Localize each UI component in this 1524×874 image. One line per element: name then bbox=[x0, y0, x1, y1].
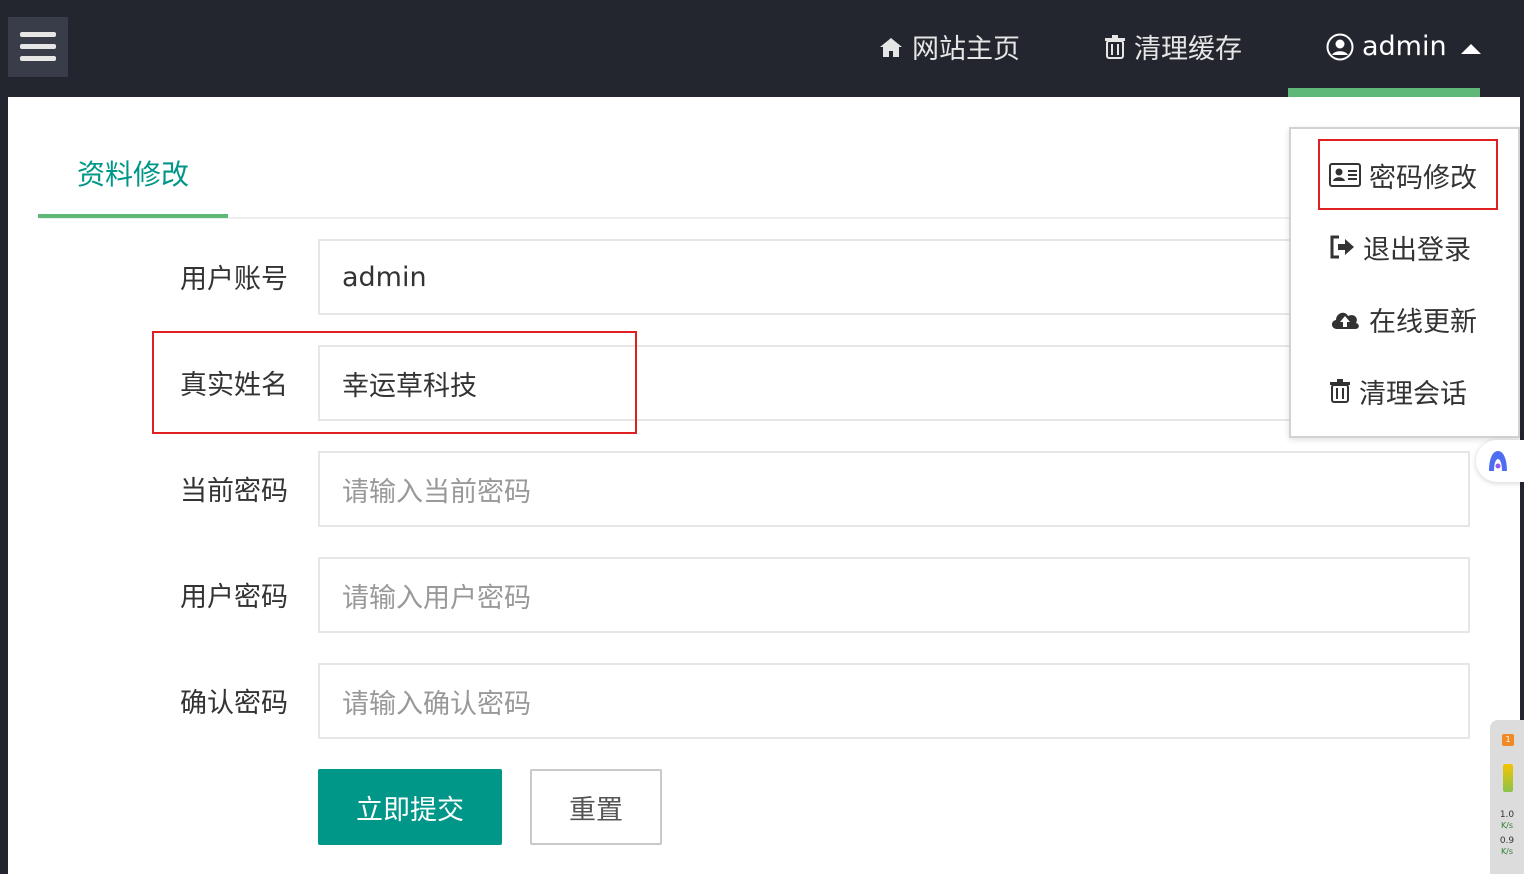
caret-up-icon bbox=[1459, 31, 1483, 62]
menu-toggle-button[interactable] bbox=[8, 17, 68, 77]
nav-home-label: 网站主页 bbox=[912, 34, 1020, 65]
current-password-field[interactable]: 请输入当前密码 bbox=[318, 451, 1470, 527]
network-speed-widget[interactable]: 1 1.0 K/s 0.9 K/s bbox=[1490, 720, 1524, 874]
nav-user-menu[interactable]: admin bbox=[1288, 0, 1483, 93]
sign-out-icon bbox=[1329, 235, 1355, 259]
user-password-field[interactable]: 请输入用户密码 bbox=[318, 557, 1470, 633]
floating-assistant-button[interactable] bbox=[1476, 440, 1524, 482]
hamburger-icon bbox=[20, 32, 56, 61]
download-speed-unit: K/s bbox=[1500, 847, 1514, 856]
change-password-highlight-box bbox=[1318, 139, 1498, 210]
realname-highlight-box bbox=[152, 331, 637, 434]
trash-icon bbox=[1329, 379, 1351, 403]
current-password-label: 当前密码 bbox=[180, 476, 288, 507]
user-password-label: 用户密码 bbox=[180, 582, 288, 613]
dropdown-item-clear-session[interactable]: 清理会话 bbox=[1291, 361, 1520, 421]
sidebar-edge bbox=[0, 97, 8, 874]
submit-button[interactable]: 立即提交 bbox=[318, 769, 502, 845]
nav-home-link[interactable]: 网站主页 bbox=[878, 0, 1020, 93]
page: 网站主页 清理缓存 admin 资料修改 用户账号 admin 真实姓名 幸运草… bbox=[0, 0, 1524, 874]
confirm-password-label: 确认密码 bbox=[180, 688, 288, 719]
nav-cache-label: 清理缓存 bbox=[1134, 34, 1242, 65]
reset-button[interactable]: 重置 bbox=[530, 769, 662, 845]
dropdown-item-logout[interactable]: 退出登录 bbox=[1291, 217, 1520, 277]
nav-user-label: admin bbox=[1362, 31, 1447, 62]
dropdown-item-label: 清理会话 bbox=[1359, 378, 1467, 410]
nav-user-active-indicator bbox=[1288, 88, 1480, 97]
dropdown-item-label: 退出登录 bbox=[1363, 234, 1471, 266]
upload-speed-value: 1.0 bbox=[1499, 810, 1515, 820]
top-header: 网站主页 清理缓存 admin bbox=[0, 0, 1524, 97]
cloud-upload-icon bbox=[1329, 307, 1361, 331]
upload-speed-unit: K/s bbox=[1500, 821, 1514, 830]
download-speed-value: 0.9 bbox=[1499, 836, 1515, 846]
nav-clear-cache-link[interactable]: 清理缓存 bbox=[1104, 0, 1242, 93]
tab-profile-edit[interactable]: 资料修改 bbox=[38, 134, 228, 219]
confirm-password-field[interactable]: 请输入确认密码 bbox=[318, 663, 1470, 739]
speed-widget-badge: 1 bbox=[1502, 734, 1514, 746]
dropdown-item-label: 在线更新 bbox=[1369, 306, 1477, 338]
tab-active-underline bbox=[38, 214, 228, 218]
account-label: 用户账号 bbox=[180, 264, 288, 295]
home-icon bbox=[878, 36, 904, 58]
trash-icon bbox=[1104, 34, 1126, 59]
user-circle-icon bbox=[1326, 33, 1354, 61]
dropdown-item-online-update[interactable]: 在线更新 bbox=[1291, 289, 1520, 349]
assistant-logo-icon bbox=[1489, 451, 1507, 471]
speed-level-bar bbox=[1503, 764, 1513, 792]
